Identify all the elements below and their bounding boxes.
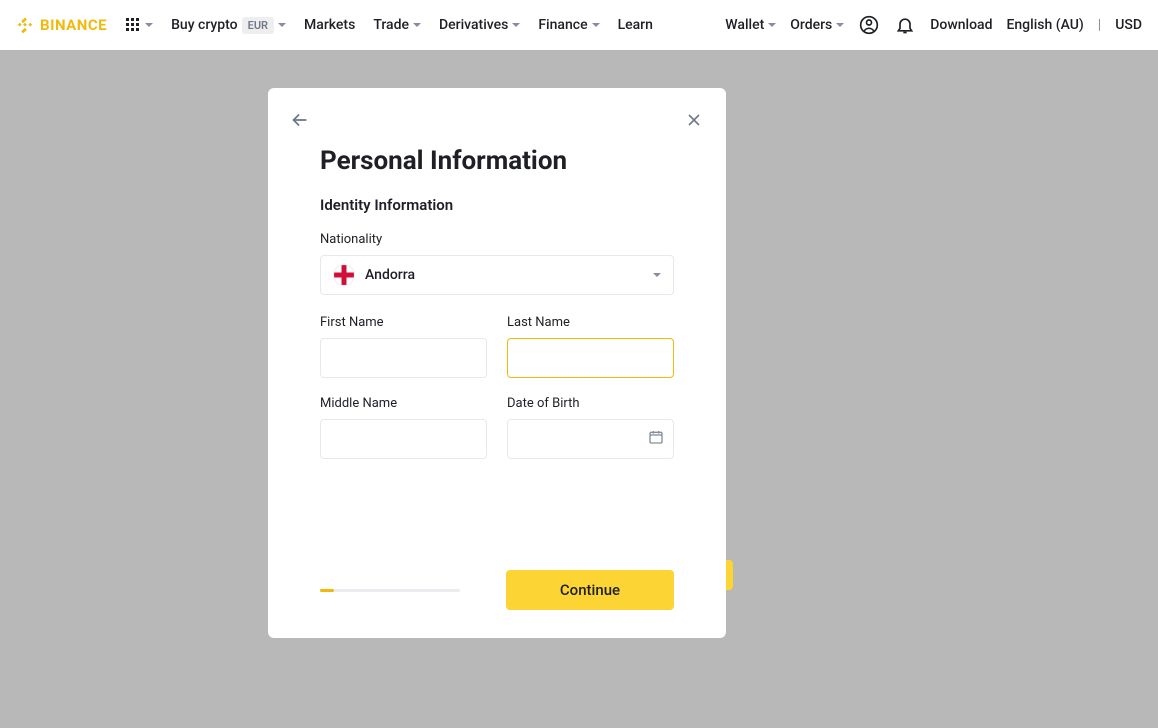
nav-left: BINANCE Buy crypto EUR Markets Trade Der…	[16, 16, 653, 34]
name-row: First Name Last Name	[320, 315, 674, 378]
last-name-label: Last Name	[507, 315, 674, 330]
nav-label: Orders	[790, 17, 832, 33]
nationality-label: Nationality	[320, 232, 674, 247]
notifications-icon[interactable]	[894, 14, 916, 36]
nav-derivatives[interactable]: Derivatives	[439, 17, 520, 33]
brand-name: BINANCE	[40, 16, 107, 34]
nav-markets[interactable]: Markets	[304, 17, 355, 33]
currency-badge: EUR	[242, 17, 274, 34]
nav-learn[interactable]: Learn	[618, 17, 653, 33]
back-button[interactable]	[288, 108, 312, 132]
modal-footer: Continue	[320, 570, 674, 610]
continue-button[interactable]: Continue	[506, 570, 674, 610]
personal-information-modal: Personal Information Identity Informatio…	[268, 88, 726, 638]
top-navigation: BINANCE Buy crypto EUR Markets Trade Der…	[0, 0, 1158, 50]
modal-title: Personal Information	[320, 146, 674, 176]
modal-header	[288, 108, 706, 132]
nationality-value: Andorra	[365, 267, 415, 283]
nav-finance[interactable]: Finance	[538, 17, 599, 33]
bell-icon	[895, 15, 915, 35]
nav-label: Buy crypto	[171, 17, 238, 33]
nav-buy-crypto[interactable]: Buy crypto EUR	[171, 17, 286, 34]
modal-body: Personal Information Identity Informatio…	[296, 146, 698, 610]
nationality-select[interactable]: Andorra	[320, 255, 674, 295]
divider: |	[1098, 17, 1101, 33]
nav-orders[interactable]: Orders	[790, 17, 844, 33]
nav-label: Wallet	[725, 17, 764, 33]
nav-label: Learn	[618, 17, 653, 33]
dob-group: Date of Birth	[507, 396, 674, 459]
chevron-down-icon	[145, 23, 153, 27]
section-title: Identity Information	[320, 196, 674, 214]
dob-input[interactable]	[507, 419, 674, 459]
nav-label: Download	[930, 17, 992, 33]
nav-currency[interactable]: USD	[1115, 17, 1142, 33]
nav-label: Finance	[538, 17, 587, 33]
progress-fill	[320, 589, 334, 592]
grid-icon	[125, 17, 141, 33]
flag-icon	[333, 264, 355, 286]
first-name-group: First Name	[320, 315, 487, 378]
chevron-down-icon	[653, 273, 661, 277]
chevron-down-icon	[512, 23, 520, 27]
account-icon[interactable]	[858, 14, 880, 36]
select-value-wrapper: Andorra	[333, 264, 415, 286]
middle-dob-row: Middle Name Date of Birth	[320, 396, 674, 459]
chevron-down-icon	[278, 23, 286, 27]
last-name-input[interactable]	[507, 338, 674, 378]
middle-name-label: Middle Name	[320, 396, 487, 411]
nav-label: Trade	[373, 17, 409, 33]
apps-menu[interactable]	[125, 17, 153, 33]
progress-bar	[320, 589, 460, 592]
last-name-group: Last Name	[507, 315, 674, 378]
nav-wallet[interactable]: Wallet	[725, 17, 776, 33]
close-icon	[684, 110, 704, 130]
arrow-left-icon	[289, 109, 311, 131]
chevron-down-icon	[592, 23, 600, 27]
dob-wrapper	[507, 419, 674, 459]
chevron-down-icon	[836, 23, 844, 27]
nav-label: English (AU)	[1006, 17, 1083, 33]
nav-label: USD	[1115, 17, 1142, 33]
nav-right: Wallet Orders Download English (AU) | US…	[725, 14, 1142, 36]
nav-label: Derivatives	[439, 17, 508, 33]
chevron-down-icon	[768, 23, 776, 27]
first-name-label: First Name	[320, 315, 487, 330]
user-icon	[859, 15, 879, 35]
binance-icon	[16, 16, 34, 34]
dob-label: Date of Birth	[507, 396, 674, 411]
binance-logo[interactable]: BINANCE	[16, 16, 107, 34]
nav-label: Markets	[304, 17, 355, 33]
chevron-down-icon	[413, 23, 421, 27]
first-name-input[interactable]	[320, 338, 487, 378]
background-element	[725, 560, 733, 590]
nav-language[interactable]: English (AU)	[1006, 17, 1083, 33]
middle-name-input[interactable]	[320, 419, 487, 459]
middle-name-group: Middle Name	[320, 396, 487, 459]
close-button[interactable]	[682, 108, 706, 132]
nav-download[interactable]: Download	[930, 17, 992, 33]
nav-trade[interactable]: Trade	[373, 17, 421, 33]
